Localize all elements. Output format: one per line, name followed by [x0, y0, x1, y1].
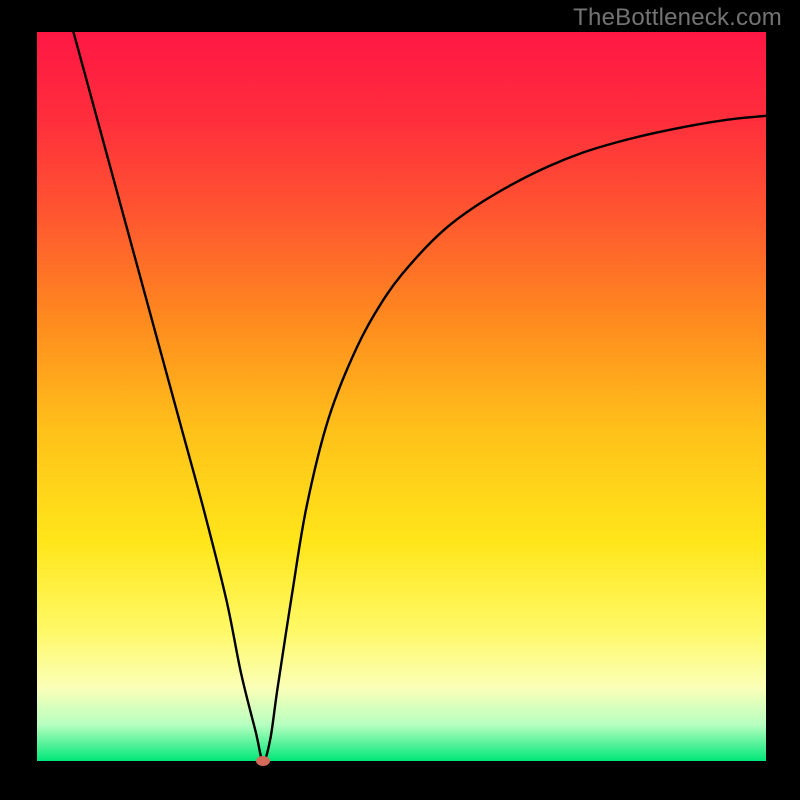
watermark-text: TheBottleneck.com [573, 4, 782, 32]
plot-background [37, 32, 766, 761]
chart-frame: TheBottleneck.com [0, 0, 800, 800]
bottleneck-chart [0, 0, 800, 800]
bottleneck-point-marker [256, 756, 270, 766]
